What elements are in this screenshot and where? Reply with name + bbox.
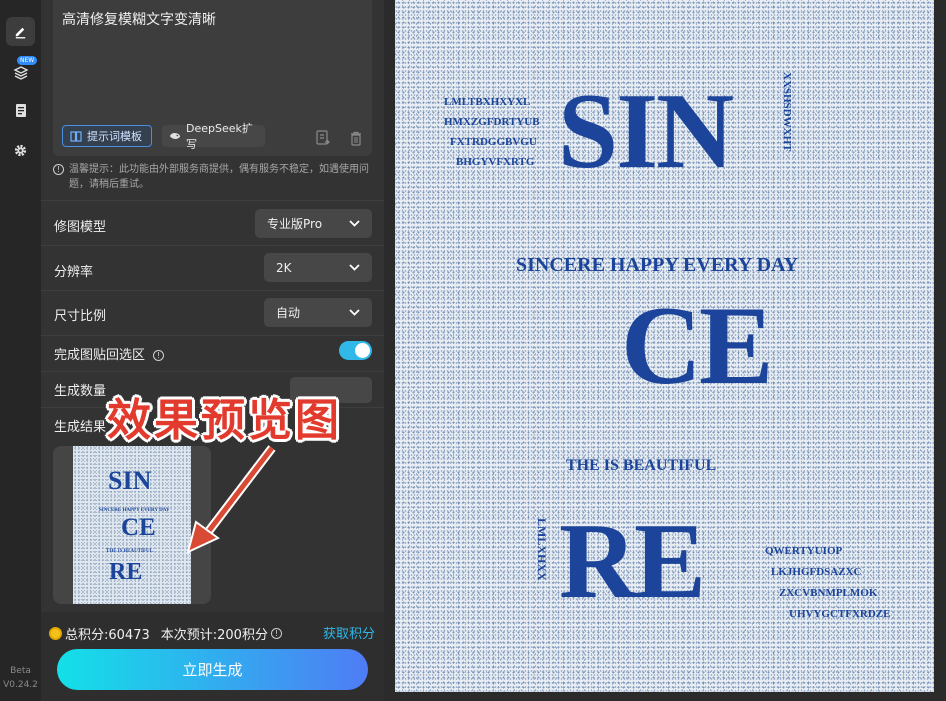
settings-tool-button[interactable] bbox=[6, 136, 35, 165]
resolution-select[interactable]: 2K bbox=[264, 253, 372, 282]
pencil-icon bbox=[15, 27, 26, 39]
vertical-right-text: XXSHSDWXHT bbox=[781, 72, 793, 152]
thumb-re: RE bbox=[109, 559, 143, 585]
resolution-row: 分辨率 2K bbox=[41, 245, 384, 290]
left-line-3: FXTRDGGBVGU bbox=[450, 136, 537, 148]
get-points-link[interactable]: 获取积分 bbox=[323, 623, 375, 642]
resolution-value: 2K bbox=[276, 260, 292, 275]
right-line-4: UHVYGCTFXRDZE bbox=[789, 608, 891, 620]
gear-icon bbox=[14, 144, 27, 157]
aspect-ratio-label: 尺寸比例 bbox=[54, 309, 107, 324]
deepseek-expand-button[interactable]: DeepSeek扩写 bbox=[162, 122, 265, 151]
tagline: SINCERE HAPPY EVERY DAY bbox=[516, 254, 799, 276]
prompt-text[interactable]: 高清修复模糊文字变清晰 bbox=[62, 9, 216, 29]
model-label: 修图模型 bbox=[54, 220, 107, 235]
info-icon: ! bbox=[270, 628, 282, 639]
coin-icon bbox=[49, 627, 62, 640]
trash-icon[interactable] bbox=[349, 131, 363, 146]
estimate-points: 本次预计:200积分 bbox=[160, 628, 268, 643]
whale-icon bbox=[169, 133, 181, 140]
total-points: 总积分:60473 bbox=[65, 628, 150, 643]
prompt-template-button[interactable]: 提示词模板 bbox=[62, 125, 152, 147]
left-line-4: BHGYVFXRTG bbox=[456, 156, 535, 168]
service-notice-text: 温馨提示：此功能由外部服务商提供，偶有服务不稳定，如遇使用问题，请稍后重试。 bbox=[69, 164, 369, 190]
chevron-down-icon bbox=[349, 220, 360, 227]
preview-canvas: LMLTBXHXYXL HMXZGFDRTYUB FXTRDGGBVGU BHG… bbox=[395, 0, 934, 692]
count-label: 生成数量 bbox=[54, 384, 107, 399]
prompt-textarea[interactable]: 高清修复模糊文字变清晰 提示词模板 DeepSeek扩写 bbox=[53, 0, 372, 156]
points-summary: 总积分:60473 本次预计:200积分 ! bbox=[49, 624, 282, 643]
history-prompt-icon[interactable] bbox=[315, 130, 331, 146]
toggle-knob bbox=[355, 343, 370, 358]
big-sin: SIN bbox=[558, 72, 734, 191]
big-ce: CE bbox=[621, 284, 774, 408]
edit-tool-button[interactable] bbox=[6, 17, 35, 46]
new-badge: NEW bbox=[17, 56, 38, 65]
beautiful-line: THE IS BEAUTIFUL bbox=[566, 457, 717, 474]
left-line-1: LMLTBXHXYXL bbox=[444, 96, 531, 108]
version-number: V0.24.2 bbox=[3, 680, 38, 690]
resolution-label: 分辨率 bbox=[54, 265, 94, 280]
document-icon bbox=[15, 104, 26, 117]
chevron-down-icon bbox=[349, 309, 360, 316]
chevron-down-icon bbox=[349, 264, 360, 271]
model-value: 专业版Pro bbox=[267, 217, 323, 231]
right-line-2: LKJHGFDSAZXC bbox=[771, 566, 862, 578]
info-icon: ! bbox=[53, 164, 64, 175]
paste-back-row: 完成图贴回选区 ! bbox=[41, 335, 384, 371]
aspect-ratio-value: 自动 bbox=[276, 306, 301, 320]
paste-back-text: 完成图贴回选区 bbox=[54, 348, 146, 363]
paste-back-toggle[interactable] bbox=[339, 341, 372, 360]
aspect-ratio-select[interactable]: 自动 bbox=[264, 298, 372, 327]
service-notice: ! 温馨提示：此功能由外部服务商提供，偶有服务不稳定，如遇使用问题，请稍后重试。 bbox=[53, 162, 373, 192]
paste-back-label: 完成图贴回选区 ! bbox=[54, 344, 165, 363]
model-select[interactable]: 专业版Pro bbox=[255, 209, 372, 238]
version-beta: Beta bbox=[10, 666, 31, 676]
thumb-ce: CE bbox=[121, 514, 156, 541]
right-letter-block: QWERTYUIOP LKJHGFDSAZXC ZXCVBNMPLMOK UHV… bbox=[765, 541, 890, 625]
thumb-sin: SIN bbox=[108, 466, 152, 495]
model-row: 修图模型 专业版Pro bbox=[41, 200, 384, 245]
left-letter-block: LMLTBXHXYXL HMXZGFDRTYUB FXTRDGGBVGU BHG… bbox=[444, 92, 540, 172]
aspect-ratio-row: 尺寸比例 自动 bbox=[41, 290, 384, 335]
layers-icon bbox=[12, 65, 29, 80]
vertical-left-text: LMLXHXX bbox=[535, 518, 549, 581]
red-arrow-icon bbox=[186, 445, 276, 554]
left-line-2: HMXZGFDRTYUB bbox=[444, 116, 540, 128]
preview-caption-overlay: 效果预览图 bbox=[107, 395, 342, 446]
result-thumbnail-image: SIN SINCERE HAPPY EVERY DAY CE THE IS BE… bbox=[73, 446, 191, 604]
document-tool-button[interactable] bbox=[6, 96, 35, 125]
settings-panel: 高清修复模糊文字变清晰 提示词模板 DeepSeek扩写 ! 温馨提示：此功能由… bbox=[41, 0, 384, 701]
thumb-tagline: SINCERE HAPPY EVERY DAY bbox=[99, 508, 170, 513]
big-re: RE bbox=[559, 502, 706, 621]
info-icon: ! bbox=[153, 350, 165, 361]
book-icon bbox=[70, 130, 82, 142]
generate-button[interactable]: 立即生成 bbox=[57, 649, 368, 690]
prompt-template-label: 提示词模板 bbox=[87, 130, 142, 143]
right-line-3: ZXCVBNMPLMOK bbox=[779, 587, 878, 599]
thumb-beautiful: THE IS BEAUTIFUL bbox=[106, 549, 153, 554]
deepseek-expand-label: DeepSeek扩写 bbox=[186, 122, 253, 151]
result-label: 生成结果 bbox=[54, 420, 107, 435]
right-line-1: QWERTYUIOP bbox=[765, 545, 843, 557]
tool-rail: NEW Beta V0.24.2 bbox=[0, 0, 41, 701]
